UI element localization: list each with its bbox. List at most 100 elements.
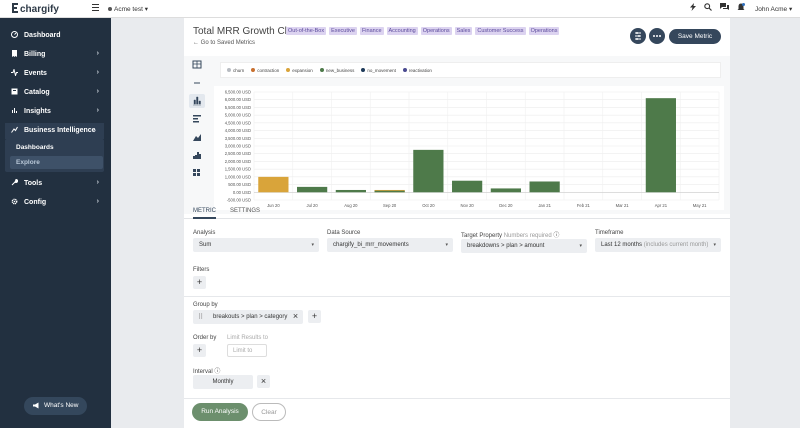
- tab-settings[interactable]: SETTINGS: [230, 208, 260, 214]
- add-filter-button[interactable]: +: [193, 276, 206, 289]
- sidebar-item-label: Business Intelligence: [24, 127, 96, 134]
- dashboard-icon: [11, 31, 18, 38]
- chevron-right-icon: ›: [96, 198, 99, 205]
- chevron-down-icon: ▾: [579, 243, 582, 249]
- remove-group-by-button[interactable]: ×: [289, 310, 302, 323]
- clear-button[interactable]: Clear: [252, 403, 286, 421]
- sidebar-item-insights[interactable]: Insights ›: [0, 104, 111, 120]
- legend-item[interactable]: churn: [227, 68, 244, 73]
- tag[interactable]: Finance: [359, 27, 384, 35]
- back-to-saved-metrics-link[interactable]: ← Go to Saved Metrics: [193, 40, 255, 46]
- chevron-right-icon: ›: [96, 69, 99, 76]
- notification-icon[interactable]: [737, 3, 745, 12]
- chat-icon[interactable]: [720, 3, 729, 11]
- y-tick-label: -500.00 USD: [227, 198, 251, 203]
- interval-select[interactable]: Monthly: [193, 375, 253, 389]
- y-tick-label: 5,000.00 USD: [225, 113, 251, 118]
- legend-item[interactable]: new_business: [319, 68, 354, 73]
- legend-swatch: [286, 68, 291, 72]
- data-source-value: chargify_bi_mrr_movements: [333, 242, 409, 248]
- legend-item[interactable]: no_movement: [361, 68, 396, 73]
- y-tick-label: 4,000.00 USD: [225, 128, 251, 133]
- data-source-select[interactable]: chargify_bi_mrr_movements ▾: [327, 238, 453, 252]
- filters-label: Filters: [193, 267, 210, 273]
- explore-panel: Total MRR Growth Clone Out-of-the-Box Exe…: [184, 18, 730, 428]
- legend-item[interactable]: expansion: [286, 68, 313, 73]
- whats-new-button[interactable]: What's New: [24, 397, 87, 415]
- sidebar-item-label: Catalog: [24, 89, 50, 96]
- sidebar-item-dashboard[interactable]: Dashboard: [0, 28, 111, 44]
- bi-submenu: Dashboards Explore: [5, 139, 104, 172]
- y-tick-label: 6,500.00 USD: [225, 90, 251, 95]
- chevron-right-icon: ›: [96, 107, 99, 114]
- tag[interactable]: Operations: [420, 27, 452, 35]
- tag[interactable]: Out-of-the-Box: [286, 27, 327, 35]
- search-icon[interactable]: [704, 3, 712, 11]
- table-view-button[interactable]: [189, 58, 205, 72]
- sidebar-item-tools[interactable]: Tools ›: [0, 176, 111, 192]
- group-by-value: breakouts > plan > category: [213, 314, 288, 320]
- drag-handle-icon[interactable]: ⠿: [198, 313, 203, 321]
- y-tick-label: 3,000.00 USD: [225, 144, 251, 149]
- horizontal-bar-button[interactable]: [189, 112, 205, 126]
- sidebar-item-label: Insights: [24, 108, 51, 115]
- y-tick-label: 5,500.00 USD: [225, 105, 251, 110]
- horizontal-bar-icon: [193, 115, 201, 123]
- tab-metric[interactable]: METRIC: [193, 208, 216, 219]
- more-options-button[interactable]: [649, 28, 665, 44]
- remove-interval-button[interactable]: ×: [257, 375, 270, 388]
- logo-mark-icon: [12, 3, 18, 13]
- tag[interactable]: Accounting: [386, 27, 418, 35]
- chart-legend: churn contraction expansion new_business no_…: [220, 62, 721, 78]
- limit-input[interactable]: Limit to: [227, 344, 267, 357]
- run-analysis-button[interactable]: Run Analysis: [192, 403, 248, 421]
- sidebar-item-billing[interactable]: Billing ›: [0, 47, 111, 63]
- bar-chart: 6,500.00 USD 6,000.00 USD 5,500.00 USD 5,00…: [225, 90, 720, 208]
- user-menu[interactable]: John Acme ▾: [755, 5, 792, 13]
- tag[interactable]: Sales: [454, 27, 473, 35]
- sidebar-item-dashboards[interactable]: Dashboards: [10, 141, 103, 154]
- column-chart-button[interactable]: [189, 94, 205, 108]
- area-chart-button[interactable]: [189, 130, 205, 144]
- add-group-by-button[interactable]: +: [308, 310, 321, 323]
- user-name: John Acme: [755, 6, 788, 13]
- tag[interactable]: Customer Success: [475, 27, 526, 35]
- y-tick-label: 1,500.00 USD: [225, 167, 251, 172]
- site-selector[interactable]: Acme test ▾: [108, 5, 148, 13]
- sidebar-item-business-intelligence[interactable]: Business Intelligence ⌄: [5, 123, 104, 139]
- add-order-by-button[interactable]: +: [193, 344, 206, 357]
- menu-icon[interactable]: [92, 4, 99, 13]
- sidebar-item-events[interactable]: Events ›: [0, 66, 111, 82]
- sidebar-item-explore[interactable]: Explore: [10, 156, 103, 169]
- group-by-label: Group by: [193, 302, 218, 308]
- section-divider: [184, 398, 730, 399]
- tag[interactable]: Operations: [528, 27, 560, 35]
- legend-item[interactable]: contraction: [251, 68, 279, 73]
- metric-view-button[interactable]: [189, 76, 205, 90]
- sidebar-item-config[interactable]: Config ›: [0, 195, 111, 211]
- bar-new_business: [452, 180, 483, 193]
- sidebar-item-label: Dashboard: [24, 32, 61, 39]
- chevron-down-icon: ▾: [311, 242, 314, 248]
- legend-label: contraction: [257, 68, 280, 73]
- stacked-chart-icon: [193, 152, 201, 159]
- data-source-label: Data Source: [327, 230, 361, 236]
- bar-chart-icon: [193, 96, 201, 106]
- save-metric-button[interactable]: Save Metric: [669, 29, 721, 44]
- timeframe-select[interactable]: Last 12 months (includes current month) ▾: [595, 238, 721, 252]
- legend-swatch: [361, 68, 366, 72]
- heatmap-button[interactable]: [189, 166, 205, 180]
- sidebar-item-catalog[interactable]: Catalog ›: [0, 85, 111, 101]
- group-by-chip[interactable]: ⠿ breakouts > plan > category: [193, 310, 303, 324]
- stacked-chart-button[interactable]: [189, 148, 205, 162]
- bolt-icon[interactable]: [690, 3, 696, 11]
- target-property-select[interactable]: breakdowns > plan > amount ▾: [461, 239, 587, 253]
- settings-sliders-button[interactable]: [630, 28, 646, 44]
- chargify-logo[interactable]: chargify: [11, 3, 59, 15]
- tag[interactable]: Executive: [329, 27, 357, 35]
- site-name: Acme test: [114, 6, 143, 13]
- legend-item[interactable]: reactivation: [402, 68, 432, 73]
- analysis-select[interactable]: Sum ▾: [193, 238, 319, 252]
- tools-icon: [11, 179, 18, 186]
- bar-new_business: [374, 190, 405, 193]
